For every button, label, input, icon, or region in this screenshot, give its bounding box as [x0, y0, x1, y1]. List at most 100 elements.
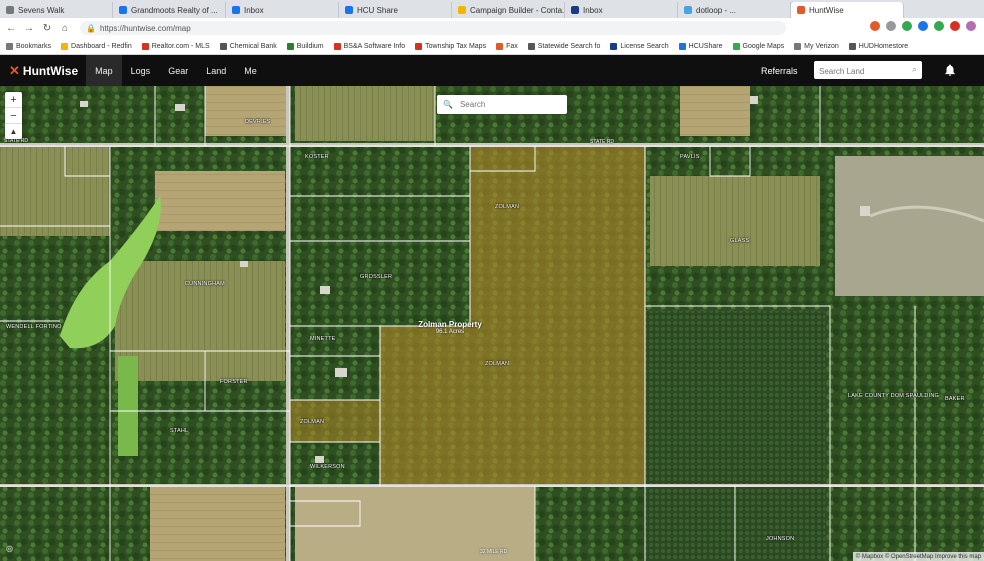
bookmark-icon	[415, 42, 423, 50]
parcel-label[interactable]: FORSTER	[220, 379, 248, 385]
extension-icons	[870, 21, 976, 31]
bookmark-label: Bookmarks	[16, 42, 52, 50]
bookmark-item[interactable]: Statewide Search fo	[527, 42, 600, 50]
bookmark-item[interactable]: HUDHomestore	[848, 42, 908, 50]
extension-icon[interactable]	[950, 21, 960, 31]
tab-favicon-icon	[119, 6, 127, 14]
browser-tab[interactable]: HCU Share	[339, 2, 452, 18]
parcel-label[interactable]: ZOLMAN	[485, 361, 509, 367]
parcel-label[interactable]: WILKERSON	[310, 464, 345, 470]
nav-item-gear[interactable]: Gear	[159, 55, 197, 86]
mapbox-logo-icon[interactable]: ◎	[6, 544, 13, 553]
nav-item-map[interactable]: Map	[86, 55, 122, 86]
huntwise-logo[interactable]: ✕ HuntWise	[9, 63, 78, 79]
parcel-label[interactable]: CUNNINGHAM	[185, 281, 225, 287]
bookmark-item[interactable]: Chemical Bank	[219, 42, 277, 50]
farm-field	[115, 261, 285, 381]
browser-tab[interactable]: HuntWise	[791, 2, 904, 18]
farm-field	[295, 86, 435, 141]
url-text: https://huntwise.com/map	[99, 23, 191, 33]
bookmark-item[interactable]: Bookmarks	[6, 42, 52, 50]
browser-tab[interactable]: Sevens Walk	[0, 2, 113, 18]
browser-tab[interactable]: dotloop - ...	[678, 2, 791, 18]
app-navbar: ✕ HuntWise MapLogsGearLandMe Referrals ⌕	[0, 55, 984, 86]
parcel-label[interactable]: DEVRIES	[245, 119, 271, 125]
tab-favicon-icon	[797, 6, 805, 14]
bookmark-item[interactable]: Realtor.com - MLS	[141, 42, 210, 50]
search-icon[interactable]: ⌕	[912, 64, 917, 75]
bookmark-label: Dashboard - Redfin	[71, 42, 132, 50]
home-icon[interactable]: ⌂	[58, 23, 72, 34]
map-attribution[interactable]: © Mapbox © OpenStreetMap Improve this ma…	[852, 552, 984, 561]
compass-button[interactable]: ▲	[5, 124, 22, 139]
search-icon: 🔍	[443, 100, 453, 109]
road-32-mile	[0, 484, 984, 487]
bookmark-label: Chemical Bank	[229, 42, 277, 50]
property-title[interactable]: Zolman Property	[400, 320, 500, 329]
bookmark-label: License Search	[620, 42, 669, 50]
parcel-label[interactable]: STAHL	[170, 428, 188, 434]
bookmark-item[interactable]: BS&A Software Info	[333, 42, 405, 50]
zoom-in-button[interactable]: +	[5, 92, 22, 108]
bookmark-item[interactable]: HCUShare	[678, 42, 723, 50]
wetland	[118, 356, 138, 456]
parcel-label[interactable]: LAKE COUNTY DOM SPAULDING	[848, 393, 939, 399]
browser-tab[interactable]: Inbox	[565, 2, 678, 18]
farm-field	[205, 86, 290, 136]
referrals-link[interactable]: Referrals	[761, 55, 798, 86]
browser-tab[interactable]: Campaign Builder - Conta...	[452, 2, 565, 18]
bookmark-label: Google Maps	[742, 42, 785, 50]
parcel-label[interactable]: GROSSLER	[360, 274, 392, 280]
parcel-label[interactable]: BAKER	[945, 396, 965, 402]
profile-avatar[interactable]	[966, 21, 976, 31]
parcel-label[interactable]: KOSTER	[305, 154, 329, 160]
bookmark-icon	[678, 42, 686, 50]
bookmark-icon	[6, 42, 13, 50]
map-search-input[interactable]	[457, 99, 562, 110]
bookmark-item[interactable]: Township Tax Maps	[415, 42, 486, 50]
bookmark-item[interactable]: Google Maps	[732, 42, 785, 50]
back-icon[interactable]: ←	[4, 23, 18, 34]
browser-tab[interactable]: Inbox	[226, 2, 339, 18]
road-vertical	[286, 86, 290, 561]
bookmarks-bar: Bookmarks Dashboard - Redfin Realtor.com -…	[0, 38, 984, 55]
extension-icon[interactable]	[918, 21, 928, 31]
map-search: 🔍	[437, 95, 567, 114]
bookmark-icon	[527, 42, 535, 50]
bookmark-item[interactable]: Dashboard - Redfin	[61, 42, 132, 50]
bookmark-icon	[286, 42, 294, 50]
road-label: 32 MILE RD	[480, 549, 508, 555]
nav-item-land[interactable]: Land	[197, 55, 235, 86]
extension-icon[interactable]	[886, 21, 896, 31]
extension-icon[interactable]	[934, 21, 944, 31]
parcel-label[interactable]: GLASS	[730, 238, 749, 244]
bookmark-item[interactable]: My Verizon	[794, 42, 839, 50]
nav-item-logs[interactable]: Logs	[122, 55, 160, 86]
bookmark-item[interactable]: License Search	[610, 42, 669, 50]
parcel-label[interactable]: ZOLMAN	[495, 204, 519, 210]
parcel-label[interactable]: MINETTE	[310, 336, 336, 342]
land-search-input[interactable]	[814, 62, 907, 81]
zoom-out-button[interactable]: −	[5, 108, 22, 124]
nav-item-me[interactable]: Me	[235, 55, 266, 86]
parcel-label[interactable]: JOHNSON	[766, 536, 794, 542]
property-acres: 96.1 Acres	[435, 329, 465, 335]
notification-bell-icon[interactable]	[943, 63, 957, 77]
tab-label: HCU Share	[357, 5, 398, 15]
bookmark-label: Realtor.com - MLS	[151, 42, 210, 50]
parcel-label[interactable]: ZOLMAN	[300, 419, 324, 425]
extension-icon[interactable]	[870, 21, 880, 31]
satellite-map[interactable]: WENDELL FORTINO ZOLMAN ZOLMAN ZOLMAN CUN…	[0, 86, 984, 561]
extension-icon[interactable]	[902, 21, 912, 31]
farm-field	[650, 176, 820, 266]
parcel-label[interactable]: PAVLIS	[680, 154, 700, 160]
forward-icon[interactable]: →	[22, 23, 36, 34]
url-input[interactable]: 🔒 https://huntwise.com/map	[80, 21, 786, 35]
lock-icon: 🔒	[86, 23, 96, 33]
tab-label: HuntWise	[809, 5, 844, 15]
parcel-label[interactable]: WENDELL FORTINO	[6, 324, 62, 330]
bookmark-item[interactable]: Buildium	[286, 42, 324, 50]
browser-tab[interactable]: Grandmoots Realty of ...	[113, 2, 226, 18]
bookmark-item[interactable]: Fax	[496, 42, 518, 50]
reload-icon[interactable]: ↻	[40, 23, 54, 34]
